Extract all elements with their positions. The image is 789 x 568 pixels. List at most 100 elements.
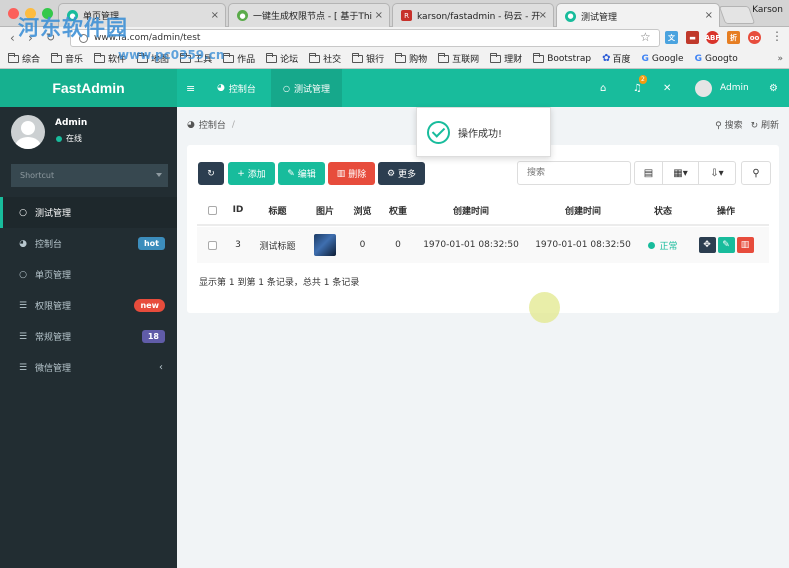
table-panel: ↻ +添加 ✎编辑 ▥删除 ⚙更多 ▤ ▦▾ ⇩▾ ⚲ ID 标题 图片 浏览 … — [187, 145, 779, 313]
sidebar-item-test[interactable]: ○ 测试管理 — [0, 197, 177, 228]
table-row[interactable]: 3 测试标题 0 0 1970-01-01 08:32:50 1970-01-0… — [197, 227, 769, 263]
browser-tab-4-active[interactable]: ● 测试管理 × — [556, 3, 720, 28]
close-tab-icon[interactable]: × — [705, 10, 713, 21]
column-header[interactable]: 图片 — [306, 196, 344, 224]
thumbnail-image[interactable] — [314, 234, 336, 256]
bookmark-folder[interactable]: 购物 — [395, 52, 427, 65]
column-header[interactable]: 创建时间 — [415, 196, 527, 224]
drag-sort-button[interactable]: ✥ — [698, 237, 716, 253]
sidebar-toggle-icon[interactable]: ≡ — [186, 69, 195, 107]
tab-test[interactable]: ○ 测试管理 — [271, 69, 342, 107]
export-dropdown-button[interactable]: ⇩▾ — [698, 161, 736, 185]
gear-icon: ⚙ — [386, 168, 396, 179]
site-watermark-url: www.pc0359.cn — [118, 48, 225, 62]
delete-button[interactable]: ▥ 删除 — [328, 162, 375, 185]
bookmark-folder[interactable]: 论坛 — [266, 52, 298, 65]
close-tab-icon[interactable]: × — [539, 10, 547, 21]
toggle-view-button[interactable]: ▤ — [634, 161, 663, 185]
folder-icon — [490, 52, 502, 63]
bookmark-folder[interactable]: Bootstrap — [533, 52, 591, 64]
bookmark-folder[interactable]: 互联网 — [438, 52, 479, 65]
sidebar-item-wechat[interactable]: ☰ 微信管理 ‹ — [0, 352, 177, 383]
folder-icon — [352, 52, 364, 63]
shortcut-select[interactable]: Shortcut — [11, 164, 168, 187]
address-bar[interactable]: www.fa.com/admin/test — [70, 29, 660, 47]
back-icon[interactable]: ‹ — [10, 31, 15, 45]
browser-tab-3[interactable]: R karson/fastadmin - 码云 - 开 × — [392, 3, 554, 27]
browser-tab-2[interactable]: ● 一键生成权限节点 - [ 基于Thi × — [228, 3, 390, 27]
settings-gear-icon[interactable]: ⚙ — [769, 69, 778, 107]
select-all-checkbox[interactable] — [207, 205, 217, 215]
bell-icon[interactable]: ♫ 2 — [633, 69, 647, 107]
bookmark-googto[interactable]: G Googto — [695, 54, 738, 64]
app-logo[interactable]: FastAdmin — [0, 69, 177, 107]
cell-weight: 0 — [395, 240, 401, 250]
add-button[interactable]: + 添加 — [228, 162, 275, 185]
sidebar-item-general[interactable]: ☰ 常规管理 18 — [0, 321, 177, 352]
columns-dropdown-button[interactable]: ▦▾ — [662, 161, 699, 185]
home-icon[interactable]: ⌂ — [600, 69, 606, 107]
adblock-icon[interactable]: ABP — [705, 31, 720, 44]
advanced-search-button[interactable]: ⚲ — [741, 161, 771, 185]
bookmark-folder[interactable]: 银行 — [352, 52, 384, 65]
row-checkbox[interactable] — [207, 240, 217, 250]
search-input[interactable] — [517, 161, 631, 185]
new-tab-button[interactable] — [718, 6, 756, 24]
browser-profile-name[interactable]: Karson — [752, 5, 783, 15]
row-edit-button[interactable]: ✎ — [717, 237, 735, 253]
column-header[interactable]: 标题 — [249, 196, 306, 224]
baidu-paw-icon: ✿ — [602, 53, 611, 64]
folder-icon — [223, 52, 235, 63]
browser-menu-icon[interactable]: ⋮ — [771, 29, 783, 43]
column-header[interactable]: 创建时间 — [527, 196, 639, 224]
column-header[interactable]: 权重 — [381, 196, 415, 224]
sidebar-item-auth[interactable]: ☰ 权限管理 new — [0, 290, 177, 321]
sidebar-item-dashboard[interactable]: ◕ 控制台 hot — [0, 228, 177, 259]
chevron-left-icon: ‹ — [159, 362, 163, 373]
bookmarks-overflow-icon[interactable]: » — [777, 54, 783, 64]
search-action[interactable]: ⚲ 搜索 — [715, 118, 742, 131]
extension-stop-icon[interactable]: ▬ — [686, 31, 699, 44]
table-header: ID 标题 图片 浏览 权重 创建时间 创建时间 状态 操作 — [197, 196, 769, 226]
column-header[interactable]: ID — [227, 196, 249, 224]
bookmark-star-icon[interactable]: ☆ — [640, 30, 651, 44]
breadcrumb-link[interactable]: 控制台 — [199, 118, 226, 131]
refresh-action[interactable]: ↻ 刷新 — [751, 118, 779, 131]
tab-title: 测试管理 — [581, 12, 618, 23]
bookmark-folder[interactable]: 理财 — [490, 52, 522, 65]
sidebar-item-pages[interactable]: ○ 单页管理 — [0, 259, 177, 290]
circle-icon: ○ — [19, 269, 27, 280]
bookmark-google[interactable]: G Google — [641, 54, 683, 64]
admin-user-menu[interactable]: Admin — [695, 69, 749, 107]
toast-message: 操作成功! — [458, 128, 503, 140]
refresh-button[interactable]: ↻ — [198, 162, 224, 185]
bookmark-folder[interactable]: 社交 — [309, 52, 341, 65]
extension-translate-icon[interactable]: 文 — [665, 31, 678, 44]
row-delete-button[interactable]: ▥ — [736, 237, 754, 253]
circle-icon: ○ — [19, 207, 27, 218]
cell-id: 3 — [235, 240, 241, 250]
google-icon: G — [641, 53, 649, 64]
check-circle-icon — [427, 120, 450, 144]
bookmark-folder[interactable]: 综合 — [8, 52, 40, 65]
extension-discount-icon[interactable]: 折 — [727, 31, 740, 44]
tab-dashboard[interactable]: ◕ 控制台 — [217, 69, 256, 107]
column-header[interactable]: 浏览 — [344, 196, 381, 224]
close-tab-icon[interactable]: × — [211, 10, 219, 21]
close-tab-icon[interactable]: × — [375, 10, 383, 21]
dashboard-icon: ◕ — [187, 119, 195, 130]
bookmark-folder[interactable]: 作品 — [223, 52, 255, 65]
extension-oo-icon[interactable]: oo — [748, 31, 761, 44]
column-header[interactable]: 状态 — [639, 196, 687, 224]
bookmark-baidu[interactable]: ✿ 百度 — [602, 52, 630, 65]
list-icon: ☰ — [18, 362, 28, 373]
more-button[interactable]: ⚙ 更多 — [378, 162, 425, 185]
pencil-icon: ✎ — [287, 168, 295, 179]
dashboard-icon: ◕ — [19, 238, 27, 249]
edit-button[interactable]: ✎ 编辑 — [278, 162, 325, 185]
chevron-down-icon — [156, 173, 162, 177]
fullscreen-icon[interactable]: ✕ — [663, 69, 671, 107]
trash-icon: ▥ — [740, 240, 750, 250]
bookmark-folder[interactable]: 音乐 — [51, 52, 83, 65]
tab-favicon-icon: ● — [565, 10, 576, 22]
